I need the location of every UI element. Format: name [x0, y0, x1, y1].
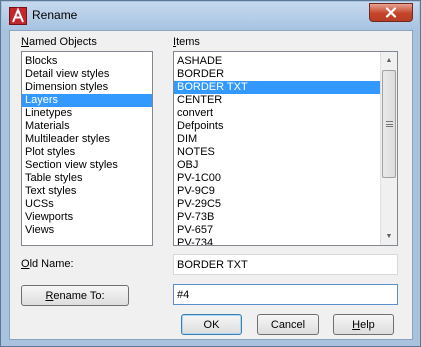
list-item[interactable]: convert [174, 107, 397, 120]
list-item[interactable]: BORDER [174, 68, 397, 81]
list-item[interactable]: Views [22, 224, 152, 237]
list-item[interactable]: Table styles [22, 172, 152, 185]
list-item[interactable]: OBJ [174, 159, 397, 172]
autocad-app-icon [9, 7, 27, 25]
close-icon [385, 7, 397, 18]
list-item[interactable]: Text styles [22, 185, 152, 198]
list-item[interactable]: CENTER [174, 94, 397, 107]
scroll-down-arrow-icon[interactable]: ▼ [381, 228, 397, 245]
dialog-title: Rename [32, 8, 78, 22]
ok-button[interactable]: OK [181, 314, 242, 335]
items-scrollbar[interactable]: ▲ ▼ [380, 52, 397, 245]
dialog-body: Named Objects Blocks Detail view styles Di… [9, 30, 413, 340]
list-item[interactable]: DIM [174, 133, 397, 146]
list-item[interactable]: ASHADE [174, 55, 397, 68]
list-item[interactable]: Plot styles [22, 146, 152, 159]
help-button[interactable]: Help [333, 314, 394, 335]
close-button[interactable] [369, 3, 413, 22]
old-name-field: BORDER TXT [173, 254, 398, 275]
rename-to-input[interactable]: #4 [173, 284, 398, 305]
list-item[interactable]: Detail view styles [22, 68, 152, 81]
rename-dialog: Rename Named Objects Blocks Detail view s… [0, 0, 421, 347]
cancel-button[interactable]: Cancel [257, 314, 319, 335]
title-bar[interactable]: Rename [2, 2, 419, 29]
list-item[interactable]: Multileader styles [22, 133, 152, 146]
list-item[interactable]: Dimension styles [22, 81, 152, 94]
list-item[interactable]: PV-9C9 [174, 185, 397, 198]
list-item[interactable]: UCSs [22, 198, 152, 211]
list-item[interactable]: NOTES [174, 146, 397, 159]
list-item[interactable]: PV-1C00 [174, 172, 397, 185]
scroll-thumb[interactable] [382, 70, 396, 178]
list-item[interactable]: BORDER TXT [174, 81, 397, 94]
list-item[interactable]: Section view styles [22, 159, 152, 172]
named-objects-label: Named Objects [21, 36, 97, 48]
scroll-up-arrow-icon[interactable]: ▲ [381, 52, 397, 69]
old-name-label: Old Name: [21, 258, 74, 270]
list-item[interactable]: PV-73B [174, 211, 397, 224]
grip-icon [385, 121, 393, 127]
rename-to-button[interactable]: Rename To: [21, 285, 129, 306]
named-objects-list[interactable]: Blocks Detail view styles Dimension styles… [21, 51, 153, 246]
list-item[interactable]: PV-657 [174, 224, 397, 237]
list-item[interactable]: PV-734 [174, 237, 397, 245]
list-item[interactable]: Materials [22, 120, 152, 133]
items-list[interactable]: ASHADE BORDER BORDER TXT CENTER convert Defpo… [173, 51, 398, 246]
list-item[interactable]: Defpoints [174, 120, 397, 133]
list-item[interactable]: Linetypes [22, 107, 152, 120]
list-item[interactable]: Blocks [22, 55, 152, 68]
list-item[interactable]: Viewports [22, 211, 152, 224]
list-item[interactable]: PV-29C5 [174, 198, 397, 211]
list-item[interactable]: Layers [22, 94, 152, 107]
items-label: Items [173, 36, 200, 48]
